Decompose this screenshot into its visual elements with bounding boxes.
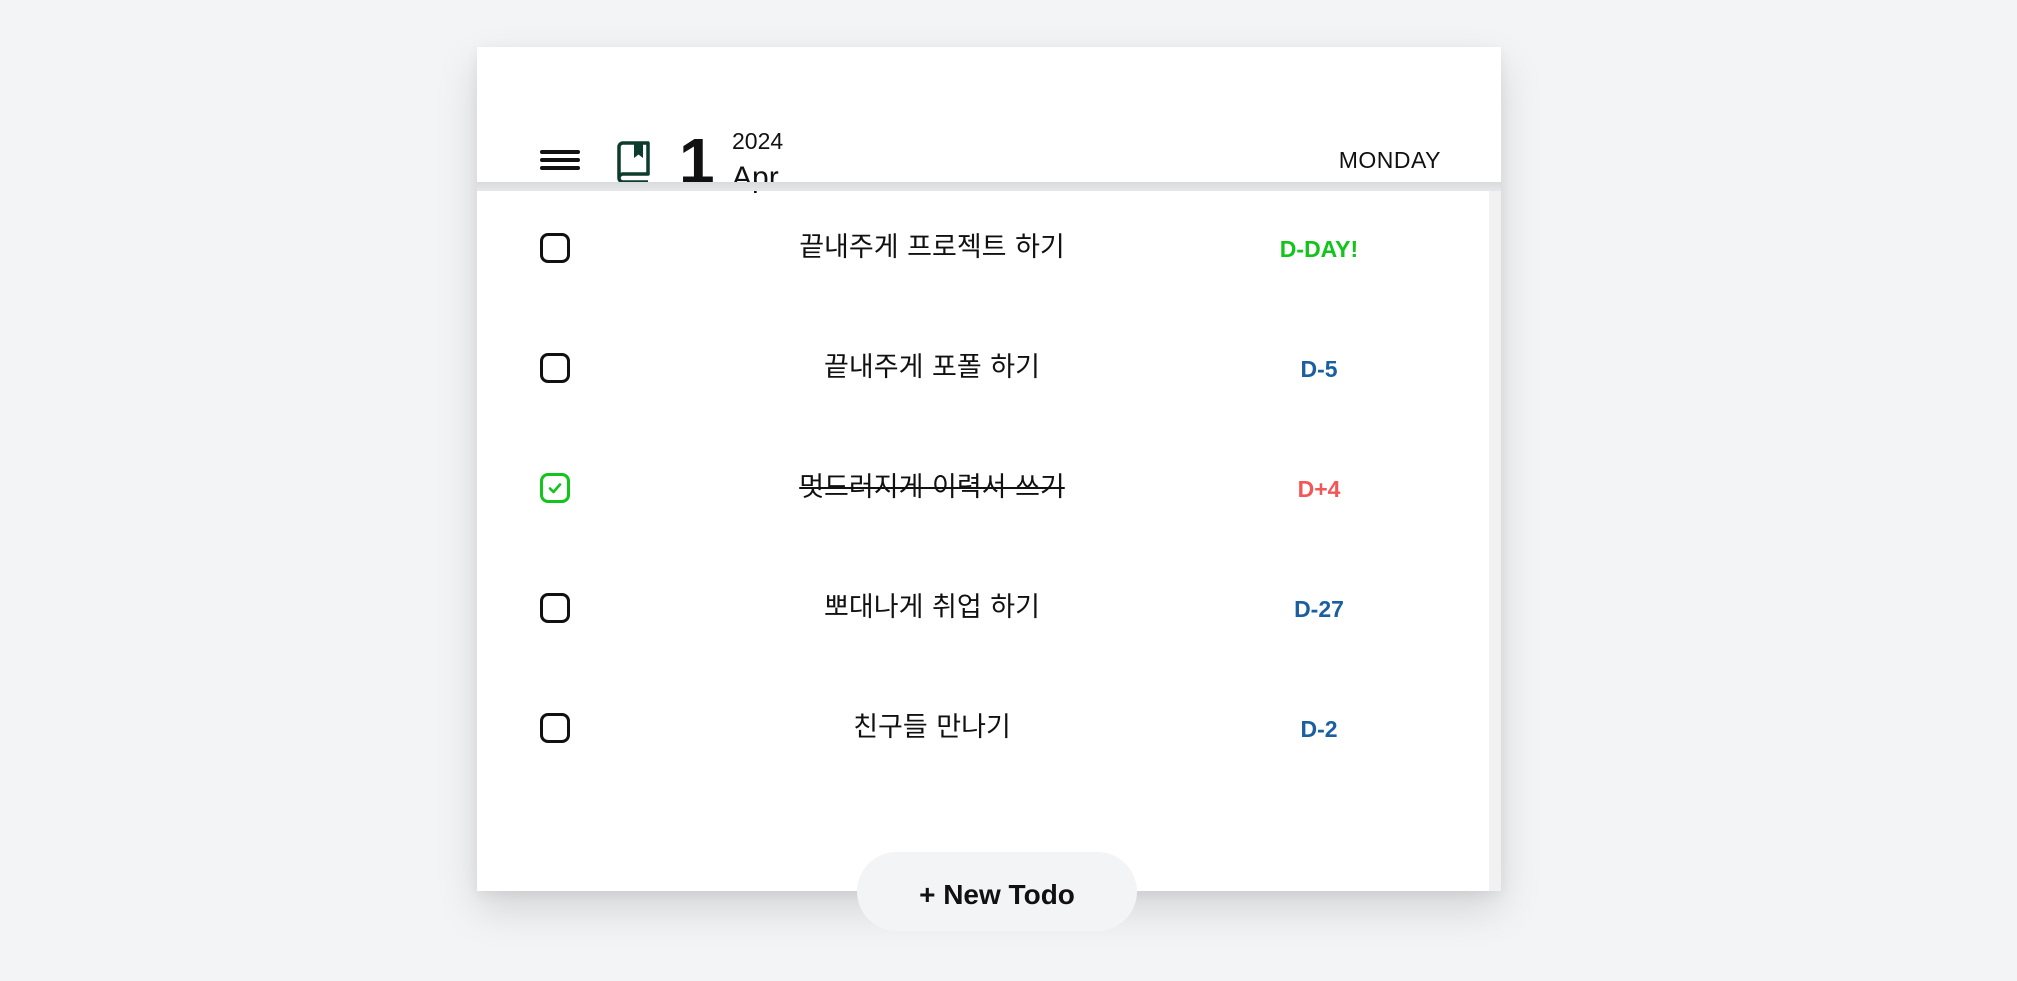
dday-badge: D-27 — [1294, 596, 1344, 622]
todo-item: 끝내주게 포폴 하기 D-5 — [477, 351, 1489, 473]
todo-list: 끝내주게 프로젝트 하기 D-DAY! 끝내주게 포폴 하기 D-5 멋드러지게… — [477, 191, 1489, 891]
todo-checkbox[interactable] — [540, 233, 570, 263]
book-icon — [617, 141, 650, 183]
todo-checkbox[interactable] — [540, 353, 570, 383]
todo-text[interactable]: 멋드러지게 이력서 쓰기 — [677, 471, 1187, 505]
date-year: 2024 — [732, 128, 784, 154]
todo-app: 1 2024 Apr MONDAY 끝내주게 프로젝트 하기 D-DAY! 끝내… — [477, 47, 1501, 891]
hamburger-menu-icon[interactable] — [540, 150, 580, 174]
todo-text[interactable]: 끝내주게 포폴 하기 — [677, 351, 1187, 385]
check-icon — [548, 483, 562, 494]
todo-text[interactable]: 친구들 만나기 — [677, 711, 1187, 745]
dday-badge: D+4 — [1297, 476, 1341, 502]
todo-text[interactable]: 뽀대나게 취업 하기 — [677, 591, 1187, 625]
dday-badge: D-2 — [1300, 716, 1338, 742]
todo-checkbox-checked[interactable] — [540, 473, 570, 503]
todo-item: 끝내주게 프로젝트 하기 D-DAY! — [477, 231, 1489, 353]
scrollbar-track[interactable] — [1489, 191, 1501, 891]
header: 1 2024 Apr MONDAY — [477, 47, 1501, 197]
todo-item: 뽀대나게 취업 하기 D-27 — [477, 591, 1489, 713]
header-divider — [477, 182, 1501, 191]
todo-item: 멋드러지게 이력서 쓰기 D+4 — [477, 471, 1489, 593]
todo-text[interactable]: 끝내주게 프로젝트 하기 — [677, 231, 1187, 265]
todo-checkbox[interactable] — [540, 593, 570, 623]
weekday-label: MONDAY — [1338, 147, 1441, 173]
dday-badge: D-5 — [1300, 356, 1338, 382]
new-todo-button[interactable]: + New Todo — [857, 852, 1137, 931]
todo-item: 친구들 만나기 D-2 — [477, 711, 1489, 833]
dday-badge: D-DAY! — [1279, 236, 1359, 262]
todo-checkbox[interactable] — [540, 713, 570, 743]
